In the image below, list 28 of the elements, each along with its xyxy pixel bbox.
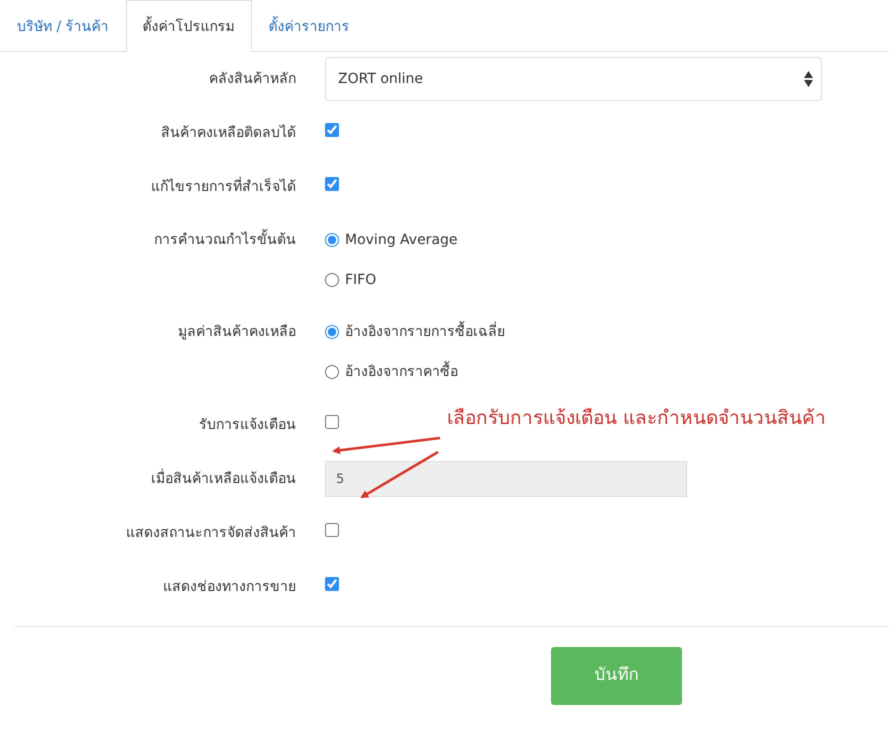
radio-button[interactable] — [325, 273, 339, 287]
checkbox[interactable] — [325, 414, 339, 428]
checkbox[interactable] — [325, 576, 339, 590]
radio-button[interactable] — [325, 233, 339, 247]
field-label: มูลค่าสินค้าคงเหลือ — [177, 323, 297, 342]
tab[interactable]: ตั้งค่ารายการ — [252, 0, 367, 52]
checkbox[interactable] — [325, 122, 339, 136]
field-label: สินค้าคงเหลือติดลบได้ — [160, 124, 297, 142]
field-label: แสดงช่องทางการขาย — [162, 578, 297, 596]
option-label: FIFO — [345, 270, 376, 290]
tab[interactable]: บริษัท / ร้านค้า — [0, 0, 126, 52]
tab[interactable]: ตั้งค่าโปรแกรม — [126, 0, 252, 52]
field-label: คลังสินค้าหลัก — [208, 70, 297, 88]
option-label: Moving Average — [345, 230, 458, 250]
field-label: แสดงสถานะการจัดส่งสินค้า — [125, 524, 297, 542]
select-field[interactable]: ZORT online — [325, 57, 822, 101]
radio-button[interactable] — [325, 365, 339, 379]
field-label: เมื่อสินค้าเหลือแจ้งเตือน — [150, 468, 297, 488]
annotation-text: เลือกรับการแจ้งเตือน และกำหนดจำนวนสินค้า — [447, 406, 826, 431]
radio-button[interactable] — [325, 325, 339, 339]
field-label: แก้ไขรายการที่สำเร็จได้ — [150, 176, 297, 196]
checkbox[interactable] — [325, 522, 339, 536]
option-label: อ้างอิงจากราคาซื้อ — [345, 362, 458, 382]
field-label: การคำนวณกำไรขั้นต้น — [0, 220, 310, 260]
option-label: อ้างอิงจากรายการซื้อเฉลี่ย — [345, 322, 505, 342]
checkbox[interactable] — [325, 176, 339, 190]
sort-caret-icon — [804, 71, 813, 87]
field-label: รับการแจ้งเตือน — [198, 416, 297, 434]
